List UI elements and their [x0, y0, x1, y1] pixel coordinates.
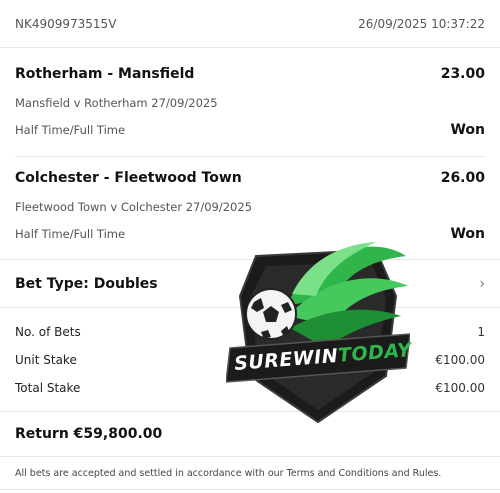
chevron-right-icon: › [479, 276, 485, 292]
terms-footer: All bets are accepted and settled in acc… [15, 468, 442, 479]
bet-reference: NK4909973515V [15, 17, 117, 31]
no-of-bets-value: 1 [477, 325, 485, 339]
selection-event: Fleetwood Town v Colchester 27/09/2025 [15, 200, 253, 214]
selection-result: Won [450, 226, 485, 242]
selection-event: Mansfield v Rotherham 27/09/2025 [15, 96, 218, 110]
selection-title: Colchester - Fleetwood Town [15, 170, 242, 186]
return-amount: Return €59,800.00 [15, 426, 163, 442]
selection-market: Half Time/Full Time [15, 227, 126, 241]
divider [15, 156, 485, 157]
total-stake-label: Total Stake [15, 381, 81, 395]
unit-stake-value: €100.00 [435, 353, 485, 367]
bet-timestamp: 26/09/2025 10:37:22 [358, 17, 485, 31]
total-stake-value: €100.00 [435, 381, 485, 395]
bet-type-label: Bet Type: Doubles [15, 276, 158, 292]
divider [0, 456, 500, 457]
selection-result: Won [450, 122, 485, 138]
selection-odds: 26.00 [440, 170, 485, 186]
divider [0, 489, 500, 490]
selection-market: Half Time/Full Time [15, 123, 126, 137]
selection-title: Rotherham - Mansfield [15, 66, 195, 82]
bet-header: NK4909973515V 26/09/2025 10:37:22 [15, 17, 485, 35]
no-of-bets-label: No. of Bets [15, 325, 81, 339]
football-icon [245, 288, 297, 340]
divider [0, 47, 500, 48]
selection-odds: 23.00 [440, 66, 485, 82]
surewintoday-logo: SUREWINTODAY [225, 236, 412, 424]
unit-stake-label: Unit Stake [15, 353, 77, 367]
